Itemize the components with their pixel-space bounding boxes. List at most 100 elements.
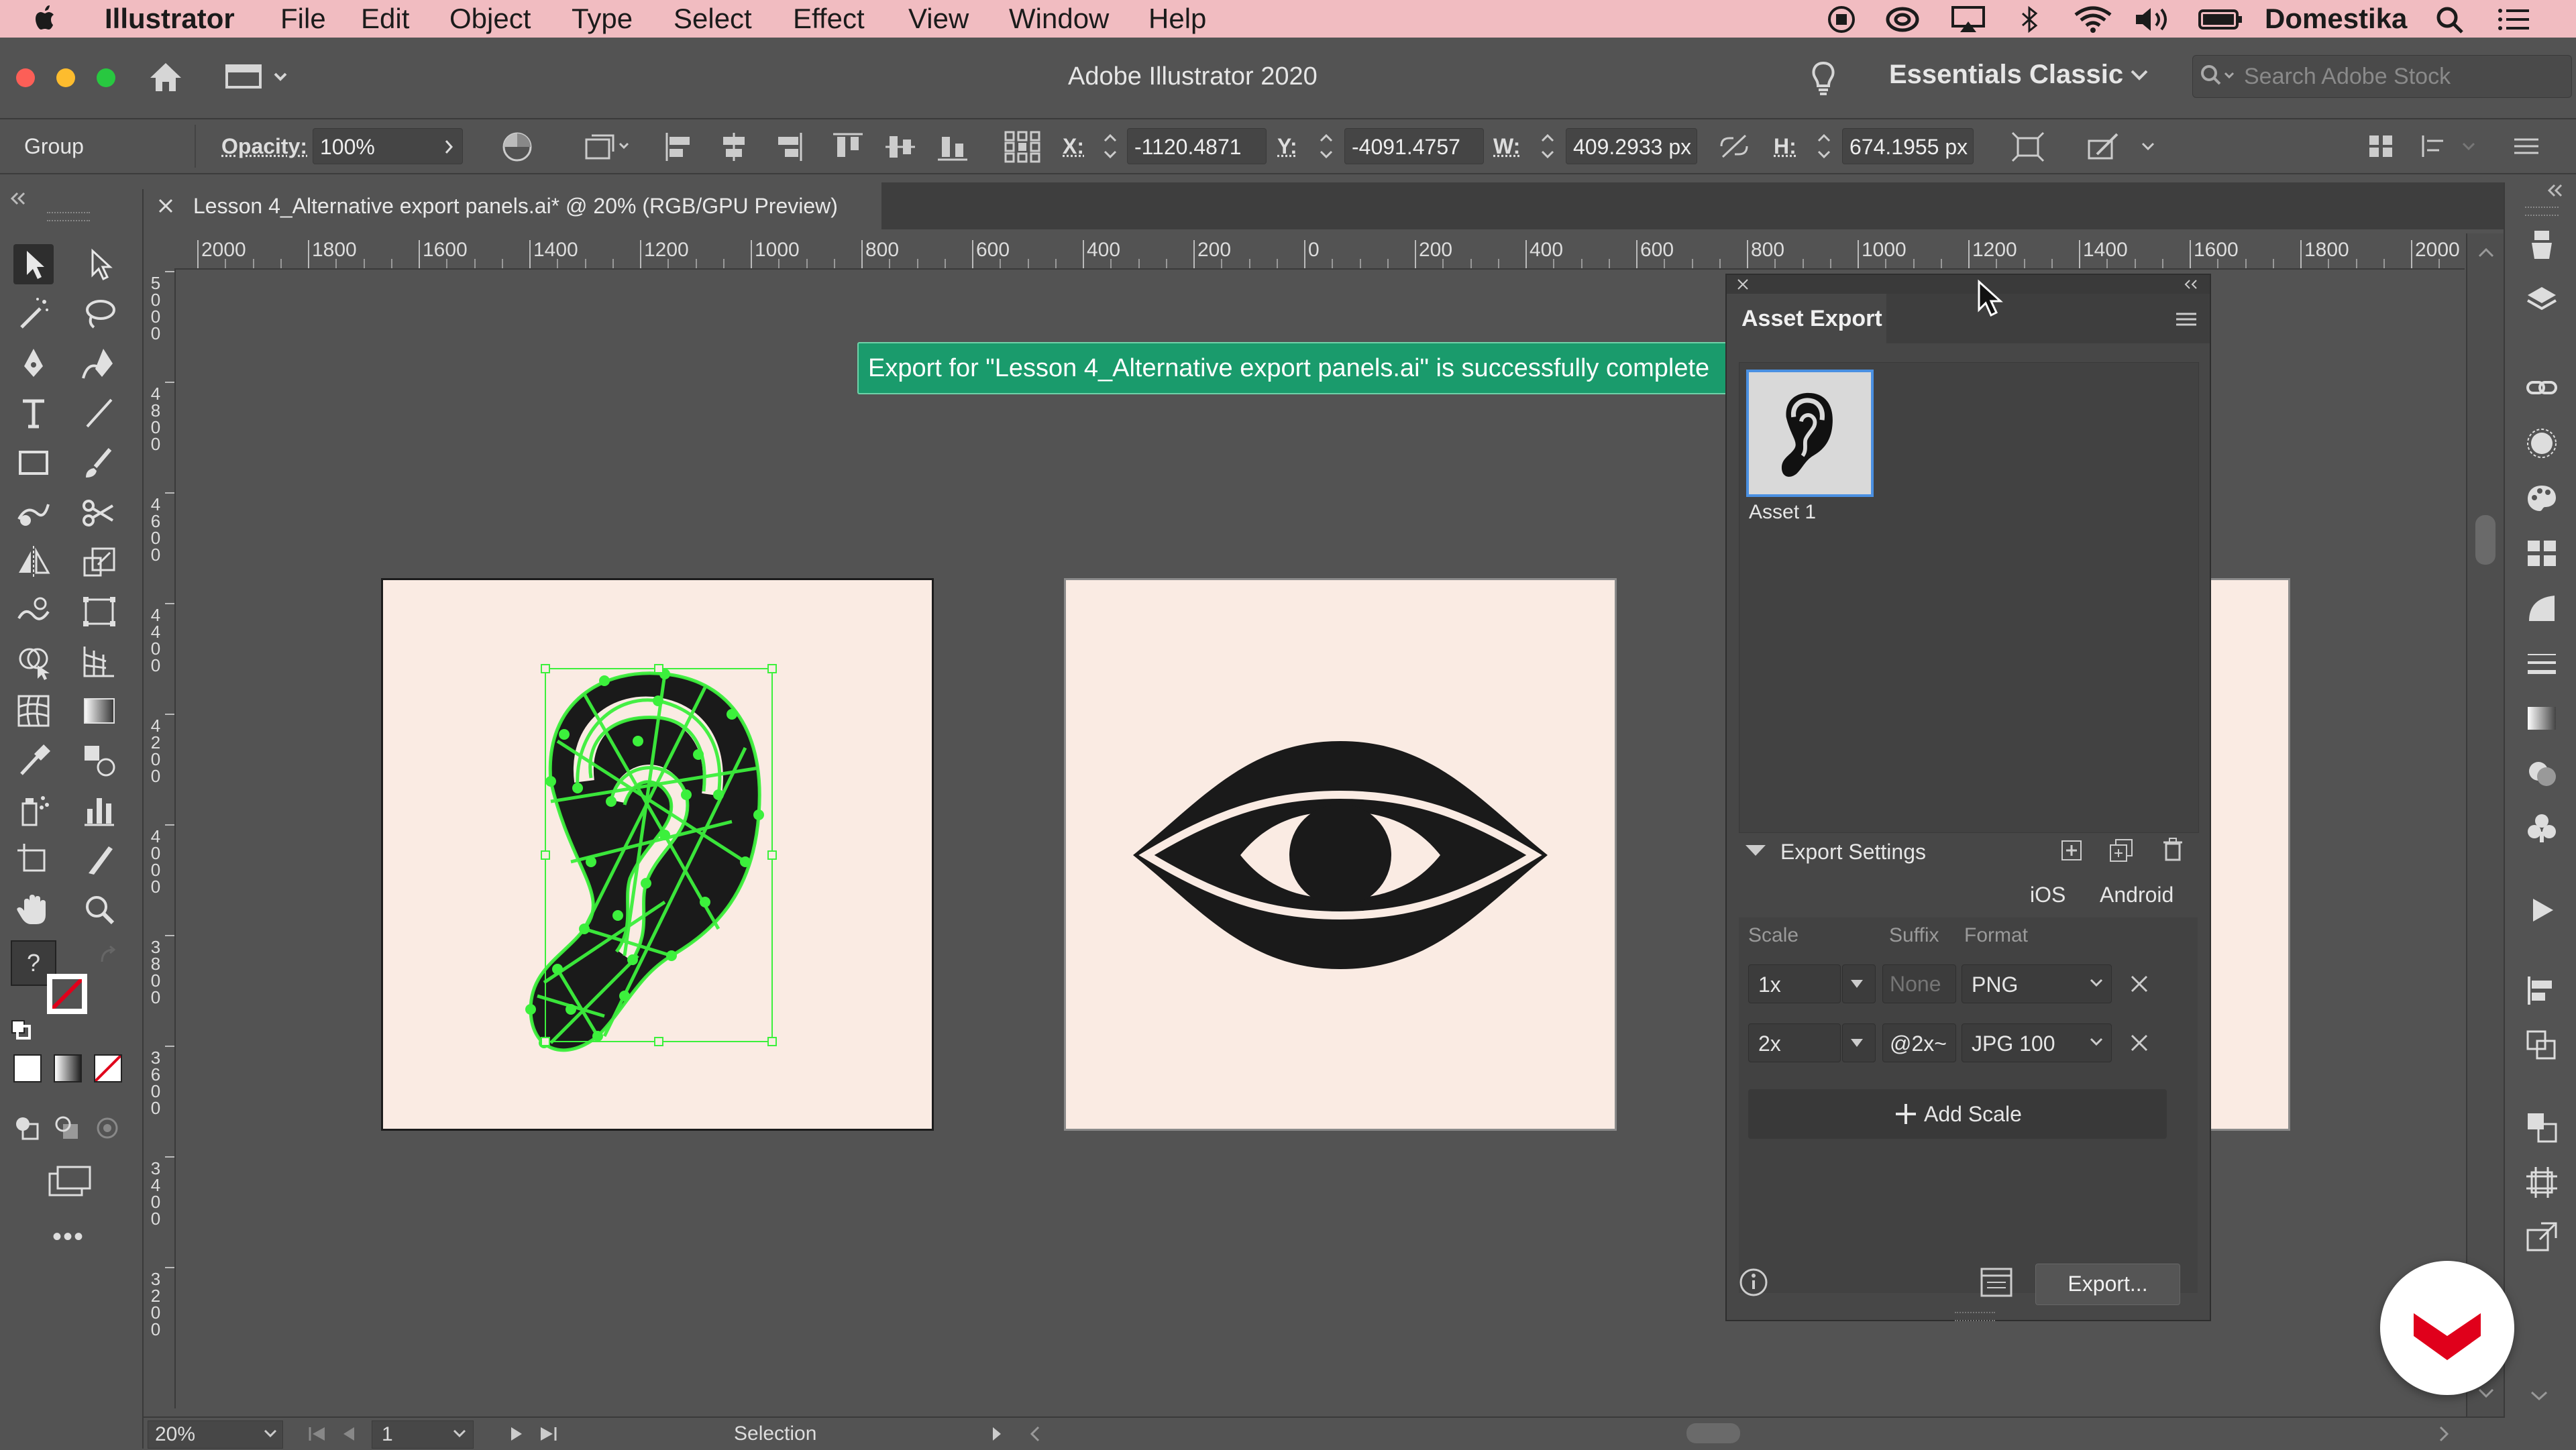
gradient-button[interactable] [54, 1054, 82, 1082]
scale-field-row2[interactable]: 2x [1748, 1023, 1841, 1062]
lightbulb-icon[interactable] [1809, 60, 1838, 97]
type-tool-icon[interactable] [13, 393, 54, 433]
document-tab[interactable]: Lesson 4_Alternative export panels.ai* @… [144, 182, 881, 229]
transparency-panel-icon[interactable] [2525, 757, 2559, 790]
export-button[interactable]: Export... [2035, 1264, 2180, 1305]
platform-android[interactable]: Android [2100, 883, 2174, 907]
panel-tab-asset-export[interactable]: Asset Export [1727, 294, 1886, 343]
arrange-panels-icon[interactable] [2367, 133, 2396, 160]
notification-center-icon[interactable] [2497, 7, 2530, 32]
slice-tool-icon[interactable] [79, 840, 119, 880]
edit-toolbar-icon[interactable]: ••• [52, 1222, 85, 1252]
menu-edit[interactable]: Edit [361, 0, 409, 38]
zoom-select[interactable]: 20% [148, 1420, 283, 1449]
transform-align-to-icon[interactable] [584, 131, 632, 162]
app-menu[interactable]: Illustrator [105, 0, 235, 38]
shape-builder-tool-icon[interactable] [13, 641, 54, 681]
window-close-button[interactable] [16, 68, 35, 87]
shaper-tool-icon[interactable] [13, 492, 54, 533]
width-field[interactable]: 409.2933 px [1566, 128, 1697, 164]
transform-panel-icon[interactable] [2525, 1166, 2559, 1199]
scale-dropdown-row1[interactable] [1842, 964, 1876, 1003]
scroll-right-icon[interactable] [2438, 1426, 2451, 1442]
scissors-tool-icon[interactable] [79, 492, 119, 533]
artboard-tool-icon[interactable] [13, 840, 54, 880]
panel-resize-grip[interactable] [1955, 1312, 1995, 1321]
gradient-tool-icon[interactable] [79, 691, 119, 731]
perspective-grid-tool-icon[interactable] [79, 641, 119, 681]
menu-object[interactable]: Object [449, 0, 531, 38]
stroke-panel-icon[interactable] [2525, 647, 2559, 680]
align-top-icon[interactable] [832, 131, 864, 162]
draw-normal-icon[interactable] [13, 1115, 40, 1141]
expand-dock-icon[interactable] [2545, 182, 2565, 199]
reflect-tool-icon[interactable] [13, 542, 54, 582]
opacity-label[interactable]: Opacity: [221, 119, 307, 173]
w-stepper-icon[interactable] [1538, 129, 1558, 164]
launch-export-dialog-icon[interactable] [1979, 1266, 2014, 1298]
window-zoom-button[interactable] [97, 68, 115, 87]
current-tool-status[interactable]: Selection [734, 1418, 816, 1450]
screen-mode-icon[interactable] [47, 1164, 94, 1198]
suffix-field-row2[interactable]: @2x~ [1882, 1023, 1956, 1062]
control-bar-menu-icon[interactable] [2512, 133, 2541, 160]
spotlight-search-icon[interactable] [2435, 5, 2465, 35]
export-settings-chevron-down-icon[interactable] [1744, 842, 1767, 858]
add-multiple-assets-icon[interactable] [2108, 838, 2135, 862]
panel-header-strip[interactable] [1727, 275, 2210, 294]
menu-type[interactable]: Type [572, 0, 633, 38]
close-panel-icon[interactable] [1736, 278, 1750, 291]
column-graph-tool-icon[interactable] [79, 790, 119, 830]
align-bottom-icon[interactable] [936, 131, 969, 162]
mesh-tool-icon[interactable] [13, 691, 54, 731]
properties-toggle-icon[interactable] [2420, 133, 2481, 160]
window-minimize-button[interactable] [56, 68, 75, 87]
recolor-artwork-icon[interactable] [500, 131, 534, 162]
align-panel-icon[interactable] [2525, 974, 2559, 1007]
artboard-eye[interactable] [1064, 578, 1617, 1131]
brushes-panel-icon[interactable] [2525, 592, 2559, 625]
vertical-ruler[interactable]: 5000480046004400420040003800360034003200 [144, 268, 176, 1408]
dock-grip[interactable] [2525, 207, 2559, 216]
fill-stroke-widget[interactable]: ? [11, 940, 131, 1041]
trash-icon[interactable] [2161, 837, 2184, 862]
y-stepper-icon[interactable] [1316, 129, 1336, 164]
draw-behind-icon[interactable] [54, 1115, 80, 1141]
align-right-icon[interactable] [771, 131, 804, 162]
export-settings-label[interactable]: Export Settings [1780, 840, 1926, 865]
apple-icon[interactable] [32, 0, 59, 36]
info-icon[interactable] [1739, 1268, 1768, 1297]
symbols-panel-icon[interactable] [2525, 812, 2559, 845]
hand-tool-icon[interactable] [13, 889, 54, 930]
menu-file[interactable]: File [280, 0, 326, 38]
isolate-group-icon[interactable] [2011, 131, 2045, 162]
swap-fill-stroke-icon[interactable] [98, 944, 119, 966]
align-vertical-center-icon[interactable] [884, 131, 916, 162]
last-artboard-icon[interactable] [538, 1425, 558, 1443]
blend-tool-icon[interactable] [79, 740, 119, 781]
panel-menu-icon[interactable] [2175, 310, 2198, 329]
record-icon[interactable] [1827, 5, 1856, 34]
eyedropper-tool-icon[interactable] [13, 740, 54, 781]
next-artboard-icon[interactable] [508, 1425, 525, 1443]
format-select-row1[interactable]: PNG [1962, 964, 2112, 1003]
bluetooth-icon[interactable] [2019, 5, 2039, 34]
scroll-up-icon[interactable] [2477, 245, 2496, 259]
artboard-ear[interactable] [381, 578, 934, 1131]
default-fill-stroke-icon[interactable] [11, 1019, 32, 1041]
status-menu-arrow-icon[interactable] [990, 1426, 1004, 1442]
add-selection-icon[interactable] [2059, 838, 2084, 862]
chevron-right-icon[interactable] [442, 129, 455, 164]
workspace-chevron-down-icon[interactable] [2129, 67, 2149, 83]
curvature-tool-icon[interactable] [79, 343, 119, 384]
battery-icon[interactable] [2198, 7, 2243, 32]
horizontal-ruler[interactable]: 2000 1800 1600 1400 1200 1000 800 600 400 200 0 200… [144, 233, 2465, 270]
home-icon[interactable] [148, 60, 184, 94]
rectangle-tool-icon[interactable] [13, 443, 54, 483]
zoom-tool-icon[interactable] [79, 889, 119, 930]
opacity-field[interactable]: 100% [313, 128, 463, 164]
direct-selection-tool-icon[interactable] [79, 244, 119, 284]
scale-tool-icon[interactable] [79, 542, 119, 582]
layers-panel-icon[interactable] [2525, 283, 2559, 317]
airplay-icon[interactable] [1951, 5, 1986, 34]
